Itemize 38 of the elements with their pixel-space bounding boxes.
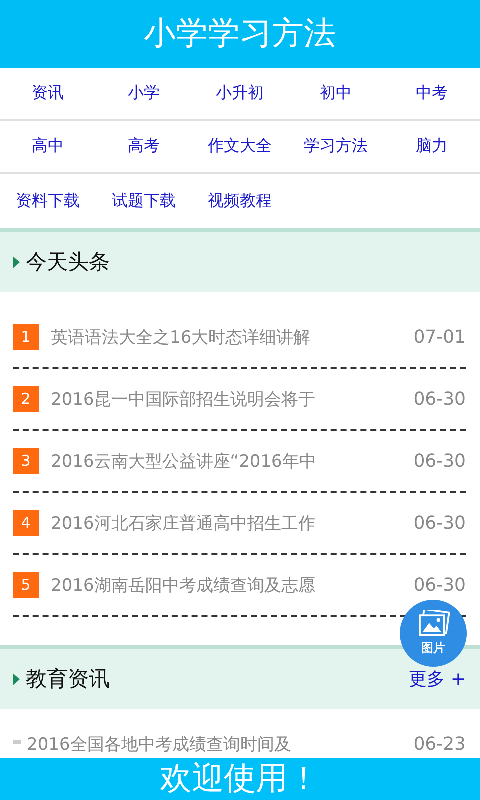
news-link[interactable]: 2016河北石家庄普通高中招生工作 — [51, 512, 316, 534]
more-link[interactable]: 更多 + — [409, 667, 466, 691]
section-title: 教育资讯 — [26, 666, 110, 693]
app-title: 小学学习方法 — [144, 13, 336, 54]
news-date: 06-30 — [414, 450, 466, 472]
news-date: 07-01 — [414, 326, 466, 348]
news-link[interactable]: 2016湖南岳阳中考成绩查询及志愿 — [51, 574, 316, 596]
news-link[interactable]: 2016昆一中国际部招生说明会将于 — [51, 388, 316, 410]
news-link[interactable]: 2016云南大型公益讲座“2016年中 — [51, 450, 316, 472]
category-link[interactable]: 资料下载 — [16, 190, 80, 212]
news-date: 06-30 — [414, 512, 466, 534]
rank-badge: 5 — [13, 572, 39, 598]
rank-badge: 4 — [13, 510, 39, 536]
triangle-icon — [13, 672, 20, 686]
category-link[interactable]: 作文大全 — [208, 136, 272, 157]
section-title: 今天头条 — [26, 249, 110, 276]
image-icon — [418, 610, 450, 638]
category-link[interactable]: 视频教程 — [208, 190, 272, 212]
category-link[interactable]: 试题下载 — [112, 190, 176, 212]
category-link[interactable]: 初中 — [320, 83, 352, 104]
rank-badge: 2 — [13, 386, 39, 412]
news-date: 06-23 — [414, 734, 466, 754]
category-link[interactable]: 中考 — [416, 83, 448, 104]
triangle-icon — [13, 256, 20, 268]
category-link[interactable]: 高中 — [32, 136, 64, 157]
category-link[interactable]: 脑力 — [416, 136, 448, 157]
welcome-text: 欢迎使用！ — [160, 758, 320, 799]
category-link[interactable]: 资讯 — [32, 83, 64, 104]
news-link[interactable]: 2016全国各地中考成绩查询时间及 — [27, 732, 292, 756]
rank-badge: 3 — [13, 448, 39, 474]
news-date: 06-30 — [414, 574, 466, 596]
category-link[interactable]: 小升初 — [216, 83, 264, 104]
news-link[interactable]: 英语语法大全之16大时态详细讲解 — [51, 326, 311, 348]
category-link[interactable]: 高考 — [128, 136, 160, 157]
category-link[interactable]: 学习方法 — [304, 136, 368, 157]
rank-badge: 1 — [13, 324, 39, 350]
news-date: 06-30 — [414, 388, 466, 410]
category-link[interactable]: 小学 — [128, 83, 160, 104]
